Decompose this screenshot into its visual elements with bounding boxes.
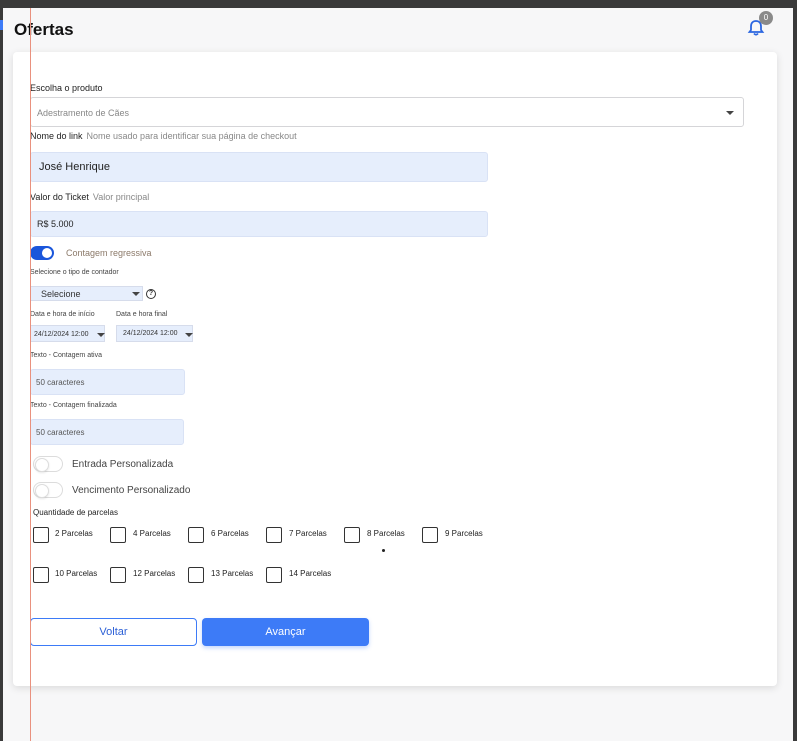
ticket-label-row: Valor do Ticket Valor principal (30, 192, 149, 202)
countdown-toggle-label: Contagem regressiva (66, 248, 152, 258)
installment-label: 2 Parcelas (55, 529, 93, 538)
installment-label: 10 Parcelas (55, 569, 98, 578)
active-text-input[interactable]: 50 caracteres (30, 369, 185, 395)
accent-marker (0, 20, 3, 30)
installments-label: Quantidade de parcelas (33, 508, 118, 517)
installment-checkbox[interactable] (33, 567, 49, 583)
installment-checkbox[interactable] (110, 527, 126, 543)
next-button[interactable]: Avançar (202, 618, 369, 646)
installment-label: 14 Parcelas (289, 569, 332, 578)
installment-checkbox[interactable] (188, 527, 204, 543)
start-date-value: 24/12/2024 12:00 (34, 331, 89, 338)
back-button[interactable]: Voltar (30, 618, 197, 646)
active-text-label: Texto - Contagem ativa (30, 352, 102, 359)
end-date-value: 24/12/2024 12:00 (123, 330, 178, 337)
cursor-dot (382, 549, 385, 552)
counter-type-label: Selecione o tipo de contador (30, 269, 119, 276)
link-name-value: José Henrique (39, 161, 110, 173)
product-label: Escolha o produto (30, 83, 103, 93)
start-date-label: Data e hora de início (30, 311, 95, 318)
installment-checkbox[interactable] (110, 567, 126, 583)
installment-label: 4 Parcelas (133, 529, 171, 538)
help-icon[interactable]: ? (146, 289, 156, 299)
installment-label: 8 Parcelas (367, 529, 405, 538)
page-title: Ofertas (14, 20, 74, 39)
custom-entry-label: Entrada Personalizada (72, 459, 174, 470)
chevron-down-icon (132, 292, 140, 296)
counter-type-select[interactable]: Selecione (30, 286, 143, 301)
finished-text-label: Texto - Contagem finalizada (30, 402, 117, 409)
countdown-toggle[interactable] (30, 246, 54, 260)
finished-text-placeholder: 50 caracteres (36, 428, 85, 437)
installment-label: 7 Parcelas (289, 529, 327, 538)
installment-label: 6 Parcelas (211, 529, 249, 538)
product-select-value: Adestramento de Cães (37, 108, 130, 118)
product-select[interactable]: Adestramento de Cães (30, 97, 744, 127)
start-date-select[interactable]: 24/12/2024 12:00 (30, 325, 105, 342)
custom-due-toggle[interactable] (33, 482, 63, 498)
end-date-select[interactable]: 24/12/2024 12:00 (116, 325, 193, 342)
end-date-label: Data e hora final (116, 311, 168, 318)
chevron-down-icon (185, 333, 193, 337)
chevron-down-icon (726, 111, 734, 115)
ticket-input[interactable]: R$ 5.000 (30, 211, 488, 237)
link-name-label: Nome do link (30, 131, 83, 141)
custom-entry-toggle[interactable] (33, 456, 63, 472)
installment-checkbox[interactable] (344, 527, 360, 543)
installment-checkbox[interactable] (422, 527, 438, 543)
installment-label: 13 Parcelas (211, 569, 254, 578)
installment-label: 9 Parcelas (445, 529, 483, 538)
finished-text-input[interactable]: 50 caracteres (30, 419, 184, 445)
notification-badge: 0 (759, 11, 773, 25)
ticket-value: R$ 5.000 (37, 219, 74, 229)
ticket-hint: Valor principal (92, 192, 150, 202)
custom-due-label: Vencimento Personalizado (72, 485, 191, 496)
installment-checkbox[interactable] (266, 527, 282, 543)
installment-checkbox[interactable] (188, 567, 204, 583)
chevron-down-icon (97, 333, 105, 337)
ticket-label: Valor do Ticket (30, 192, 89, 202)
installment-label: 12 Parcelas (133, 569, 176, 578)
active-text-placeholder: 50 caracteres (36, 378, 85, 387)
installment-checkbox[interactable] (33, 527, 49, 543)
installment-checkbox[interactable] (266, 567, 282, 583)
link-name-label-row: Nome do link Nome usado para identificar … (30, 131, 297, 141)
layout-guide-line (30, 8, 31, 741)
link-name-hint: Nome usado para identificar sua página d… (86, 131, 297, 141)
counter-type-value: Selecione (41, 289, 81, 299)
link-name-input[interactable]: José Henrique (30, 152, 488, 182)
